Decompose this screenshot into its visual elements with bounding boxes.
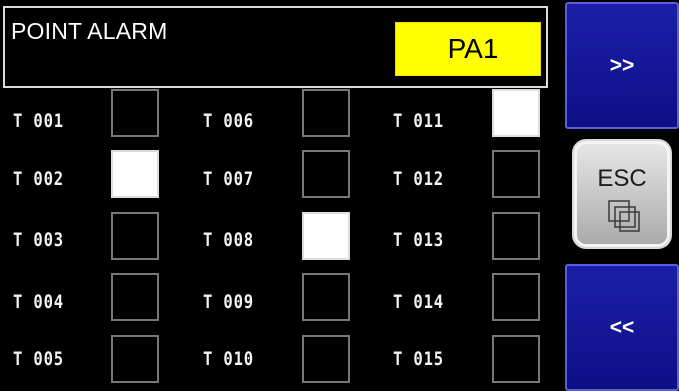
point-indicator-t004 [111,273,159,321]
next-page-button[interactable]: >> [565,2,679,129]
point-label-t015: T 015 [393,348,445,370]
point-indicator-t003 [111,212,159,260]
point-indicator-t007 [302,150,350,198]
point-label-t003: T 003 [13,229,65,251]
point-label-t011: T 011 [393,110,445,132]
point-indicator-t011 [492,89,540,137]
point-indicator-t009 [302,273,350,321]
point-label-t012: T 012 [393,168,445,190]
point-label-t014: T 014 [393,291,445,313]
page-title: POINT ALARM [11,18,168,44]
esc-label: ESC [597,165,647,192]
point-indicator-t015 [492,335,540,383]
point-label-t009: T 009 [203,291,255,313]
point-label-t006: T 006 [203,110,255,132]
point-label-t013: T 013 [393,229,445,251]
prev-page-button[interactable]: << [565,264,679,391]
alarm-code-badge: PA1 [395,22,541,76]
point-indicator-t012 [492,150,540,198]
header-panel: POINT ALARM PA1 [3,6,548,88]
point-label-t010: T 010 [203,348,255,370]
point-label-t001: T 001 [13,110,65,132]
windows-icon [608,200,640,232]
point-indicator-t014 [492,273,540,321]
point-indicator-t008 [302,212,350,260]
esc-button[interactable]: ESC [572,139,672,249]
point-label-t002: T 002 [13,168,65,190]
point-indicator-t010 [302,335,350,383]
point-indicator-t006 [302,89,350,137]
point-label-t008: T 008 [203,229,255,251]
point-label-t004: T 004 [13,291,65,313]
point-label-t005: T 005 [13,348,65,370]
point-indicator-t001 [111,89,159,137]
point-indicator-t005 [111,335,159,383]
point-indicator-t002 [111,150,159,198]
point-indicator-t013 [492,212,540,260]
point-label-t007: T 007 [203,168,255,190]
